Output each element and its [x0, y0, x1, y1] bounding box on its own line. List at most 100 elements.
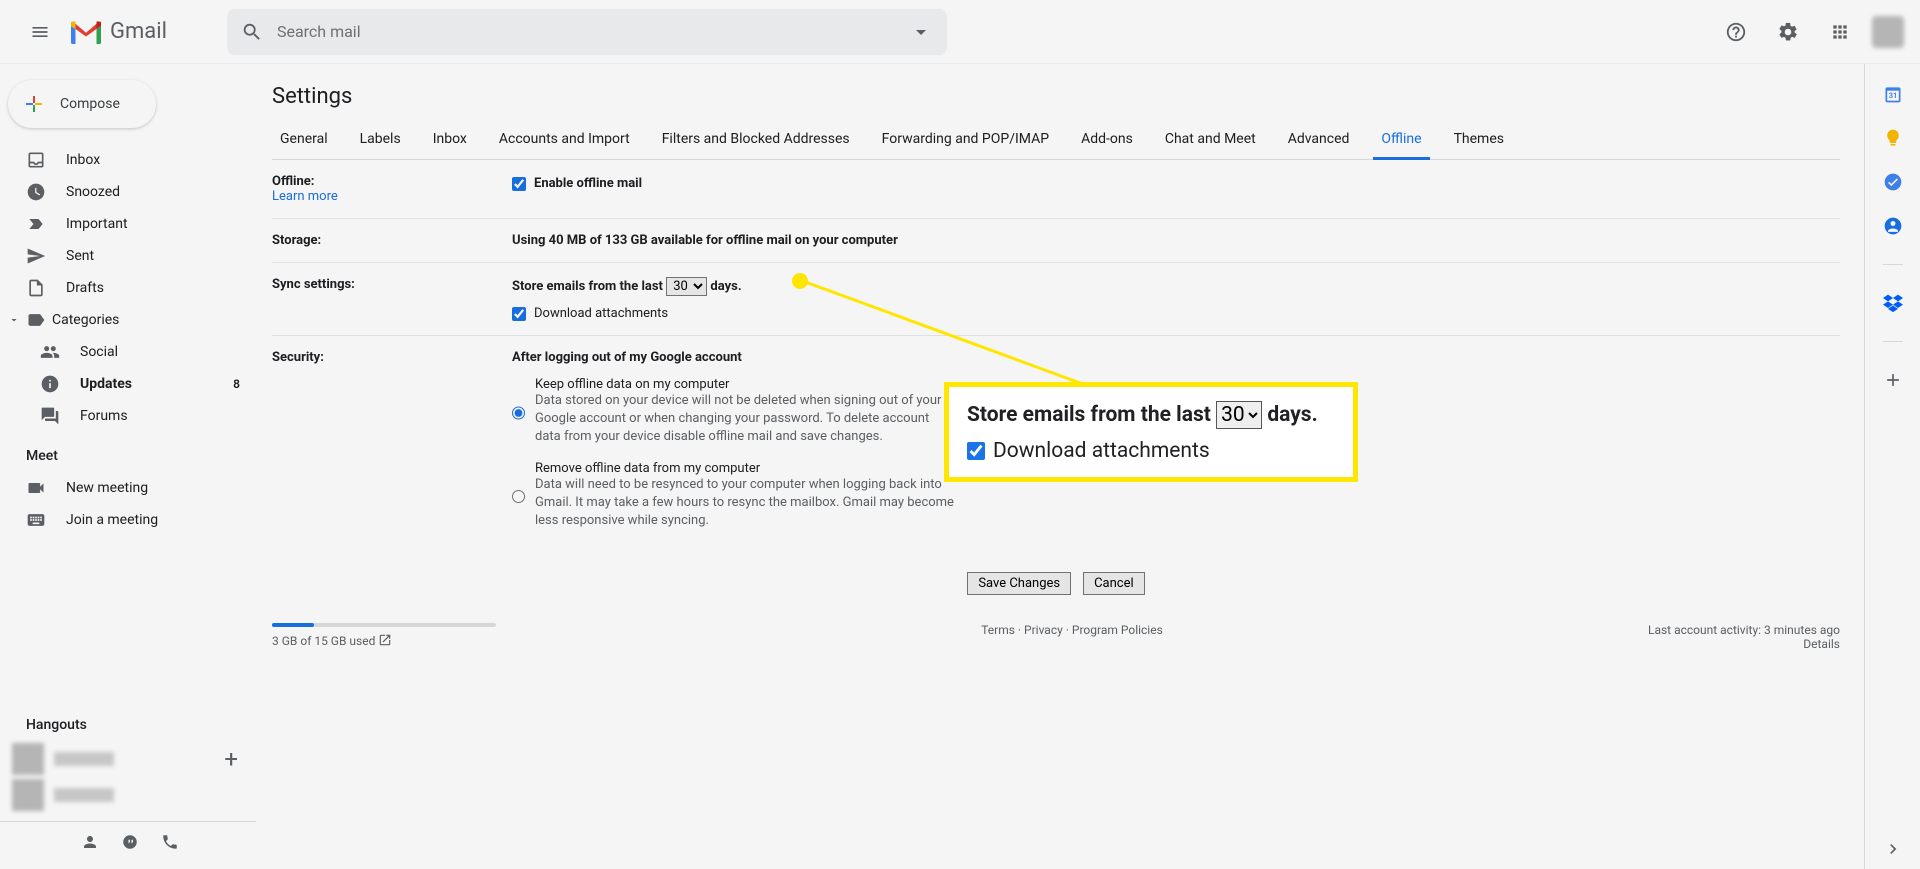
settings-tabs: General Labels Inbox Accounts and Import Fil… — [272, 121, 1840, 160]
setting-offline: Offline: Learn more Enable offline mail — [272, 160, 1840, 219]
tab-themes[interactable]: Themes — [1446, 121, 1512, 159]
search-bar[interactable] — [227, 9, 947, 55]
tab-inbox[interactable]: Inbox — [425, 121, 475, 159]
download-attachments-checkbox[interactable] — [512, 307, 526, 321]
policies-link[interactable]: Program Policies — [1072, 623, 1163, 637]
sidebar-item-new-meeting[interactable]: New meeting — [0, 472, 256, 504]
keep-data-radio[interactable] — [512, 379, 525, 447]
chevron-down-icon — [8, 314, 20, 326]
callout-download-checkbox[interactable] — [967, 442, 985, 460]
sidebar-item-inbox[interactable]: Inbox — [0, 144, 256, 176]
meet-section-header: Meet — [0, 432, 256, 472]
remove-data-radio[interactable] — [512, 463, 525, 531]
tab-advanced[interactable]: Advanced — [1280, 121, 1358, 159]
sidebar-item-drafts[interactable]: Drafts — [0, 272, 256, 304]
tab-offline[interactable]: Offline — [1373, 121, 1429, 160]
keyboard-icon — [26, 510, 46, 530]
plus-icon — [1883, 370, 1903, 390]
callout-days-select[interactable]: 30 — [1216, 401, 1262, 429]
search-icon — [241, 21, 263, 43]
account-avatar[interactable] — [1872, 16, 1904, 48]
apps-grid-icon — [1830, 22, 1850, 42]
open-link-icon[interactable] — [378, 633, 392, 647]
tasks-addon[interactable] — [1883, 172, 1903, 192]
hamburger-icon — [30, 22, 50, 42]
dropbox-icon — [1883, 293, 1903, 313]
gmail-brand-text: Gmail — [110, 19, 167, 44]
side-panel: 31 — [1864, 64, 1920, 869]
settings-button[interactable] — [1768, 12, 1808, 52]
hangouts-tab[interactable] — [110, 822, 150, 862]
apps-button[interactable] — [1820, 12, 1860, 52]
divider — [1883, 341, 1903, 342]
svg-text:31: 31 — [1888, 91, 1897, 100]
keep-addon[interactable] — [1883, 128, 1903, 148]
sidebar-item-join-meeting[interactable]: Join a meeting — [0, 504, 256, 536]
sidebar-item-important[interactable]: Important — [0, 208, 256, 240]
hangout-contact[interactable] — [0, 777, 256, 813]
header-actions — [1716, 12, 1904, 52]
cancel-button[interactable]: Cancel — [1083, 572, 1145, 595]
sync-days-select[interactable]: 30 — [666, 277, 707, 296]
compose-label: Compose — [60, 96, 120, 112]
help-icon — [1725, 21, 1747, 43]
contacts-tab[interactable] — [70, 822, 110, 862]
sidebar-item-updates[interactable]: Updates8 — [0, 368, 256, 400]
search-options-icon[interactable] — [909, 20, 933, 44]
tab-general[interactable]: General — [272, 121, 336, 159]
enable-offline-checkbox[interactable] — [512, 177, 526, 191]
info-icon — [40, 374, 60, 394]
contacts-addon[interactable] — [1883, 216, 1903, 236]
search-input[interactable] — [277, 22, 909, 41]
tab-accounts-and-import[interactable]: Accounts and Import — [491, 121, 638, 159]
phone-tab[interactable] — [150, 822, 190, 862]
tab-forwarding-and-pop-imap[interactable]: Forwarding and POP/IMAP — [874, 121, 1057, 159]
gmail-logo[interactable]: Gmail — [68, 18, 167, 46]
contact-name — [54, 788, 114, 802]
tasks-icon — [1883, 172, 1903, 192]
tab-chat-and-meet[interactable]: Chat and Meet — [1157, 121, 1264, 159]
dropbox-addon[interactable] — [1883, 293, 1903, 313]
tab-add-ons[interactable]: Add-ons — [1073, 121, 1141, 159]
drafts-icon — [26, 278, 46, 298]
sidebar-item-social[interactable]: Social — [0, 336, 256, 368]
tab-labels[interactable]: Labels — [352, 121, 409, 159]
tab-filters-and-blocked-addresses[interactable]: Filters and Blocked Addresses — [654, 121, 858, 159]
add-hangout-button[interactable]: + — [224, 745, 238, 773]
plus-icon — [22, 92, 46, 116]
calendar-addon[interactable]: 31 — [1883, 84, 1903, 104]
page-title: Settings — [272, 84, 1840, 109]
collapse-panel-button[interactable] — [1873, 829, 1913, 869]
support-button[interactable] — [1716, 12, 1756, 52]
clock-icon — [26, 182, 46, 202]
main-menu-button[interactable] — [16, 8, 64, 56]
button-row: Save Changes Cancel — [272, 558, 1840, 615]
inbox-icon — [26, 150, 46, 170]
contact-avatar — [12, 743, 44, 775]
learn-more-link[interactable]: Learn more — [272, 189, 338, 204]
sidebar-item-snoozed[interactable]: Snoozed — [0, 176, 256, 208]
privacy-link[interactable]: Privacy — [1024, 623, 1063, 637]
save-button[interactable]: Save Changes — [967, 572, 1071, 595]
hangout-contact[interactable]: + — [0, 741, 256, 777]
sidebar: Compose Inbox Snoozed Important Sent Dra… — [0, 64, 256, 869]
terms-link[interactable]: Terms — [981, 623, 1015, 637]
label-icon — [26, 310, 46, 330]
compose-button[interactable]: Compose — [8, 80, 156, 128]
get-addons-button[interactable] — [1883, 370, 1903, 390]
sidebar-footer — [0, 821, 256, 861]
footer-bar: 3 GB of 15 GB used Terms · Privacy · Pro… — [272, 615, 1840, 663]
people-icon — [40, 342, 60, 362]
app-header: Gmail — [0, 0, 1920, 64]
gmail-logo-icon — [68, 18, 104, 46]
details-link[interactable]: Details — [1803, 637, 1840, 651]
quota-bar — [272, 623, 496, 627]
sidebar-item-sent[interactable]: Sent — [0, 240, 256, 272]
sidebar-item-categories[interactable]: Categories — [0, 304, 256, 336]
sidebar-item-forums[interactable]: Forums — [0, 400, 256, 432]
divider — [1883, 264, 1903, 265]
contact-name — [54, 752, 114, 766]
callout-dot — [792, 273, 808, 289]
forums-icon — [40, 406, 60, 426]
setting-sync: Sync settings: Store emails from the las… — [272, 263, 1840, 336]
